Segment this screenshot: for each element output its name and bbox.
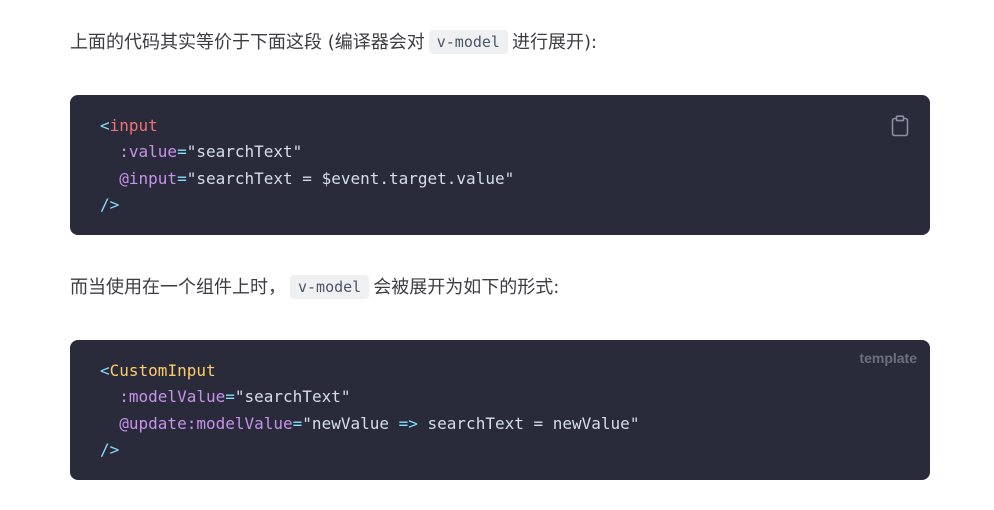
code-token: @update:modelValue (119, 413, 293, 433)
code-line: <CustomInput (100, 358, 639, 384)
code-token: "searchText" (234, 387, 351, 407)
copy-code-button[interactable] (890, 115, 910, 137)
code-token: = (177, 168, 187, 188)
code-block-2: template <CustomInput :modelValue="searc… (70, 340, 930, 480)
code-token: "searchText" (186, 142, 303, 162)
code-token: input (109, 116, 158, 135)
code-token: "newValue (302, 413, 399, 433)
code-line: <input (100, 113, 514, 139)
code-line: @input="searchText = $event.target.value… (100, 166, 514, 192)
code-token: /> (100, 439, 120, 459)
code-token: => (398, 413, 418, 433)
code-token: "searchText = $event.target.value" (186, 168, 515, 188)
clipboard-icon (891, 115, 909, 137)
paragraph-1-text-after: 进行展开): (511, 32, 598, 53)
code-token: :value (119, 142, 178, 162)
paragraph-2: 而当使用在一个组件上时， v-model 会被展开为如下的形式: (70, 274, 559, 302)
code-token: CustomInput (109, 361, 216, 380)
paragraph-1: 上面的代码其实等价于下面这段 (编译器会对 v-model 进行展开): (70, 29, 597, 57)
code-token: searchText = newValue" (417, 413, 640, 433)
code-line: :modelValue="searchText" (100, 384, 639, 410)
code-token: @input (119, 168, 178, 188)
code-token: = (177, 142, 187, 162)
inline-code-v-model: v-model (290, 275, 370, 299)
code-token: = (225, 387, 235, 407)
inline-code-v-model: v-model (428, 30, 508, 54)
code-line: /> (100, 192, 514, 218)
code-block-1-lines: <input :value="searchText" @input="searc… (100, 113, 514, 218)
code-token: = (292, 413, 303, 433)
code-token: < (100, 361, 110, 380)
code-token: < (100, 116, 110, 135)
code-language-label: template (859, 350, 917, 366)
code-line: :value="searchText" (100, 139, 514, 165)
code-block-1: <input :value="searchText" @input="searc… (70, 95, 930, 235)
code-block-2-lines: <CustomInput :modelValue="searchText" @u… (100, 358, 639, 463)
code-line: @update:modelValue="newValue => searchTe… (100, 411, 639, 437)
paragraph-2-text-before: 而当使用在一个组件上时， (70, 277, 286, 298)
code-token: /> (100, 194, 120, 214)
code-token: :modelValue (119, 387, 226, 407)
paragraph-2-text-after: 会被展开为如下的形式: (373, 277, 560, 298)
code-line: /> (100, 437, 639, 463)
paragraph-1-text-before: 上面的代码其实等价于下面这段 (编译器会对 (70, 32, 425, 53)
